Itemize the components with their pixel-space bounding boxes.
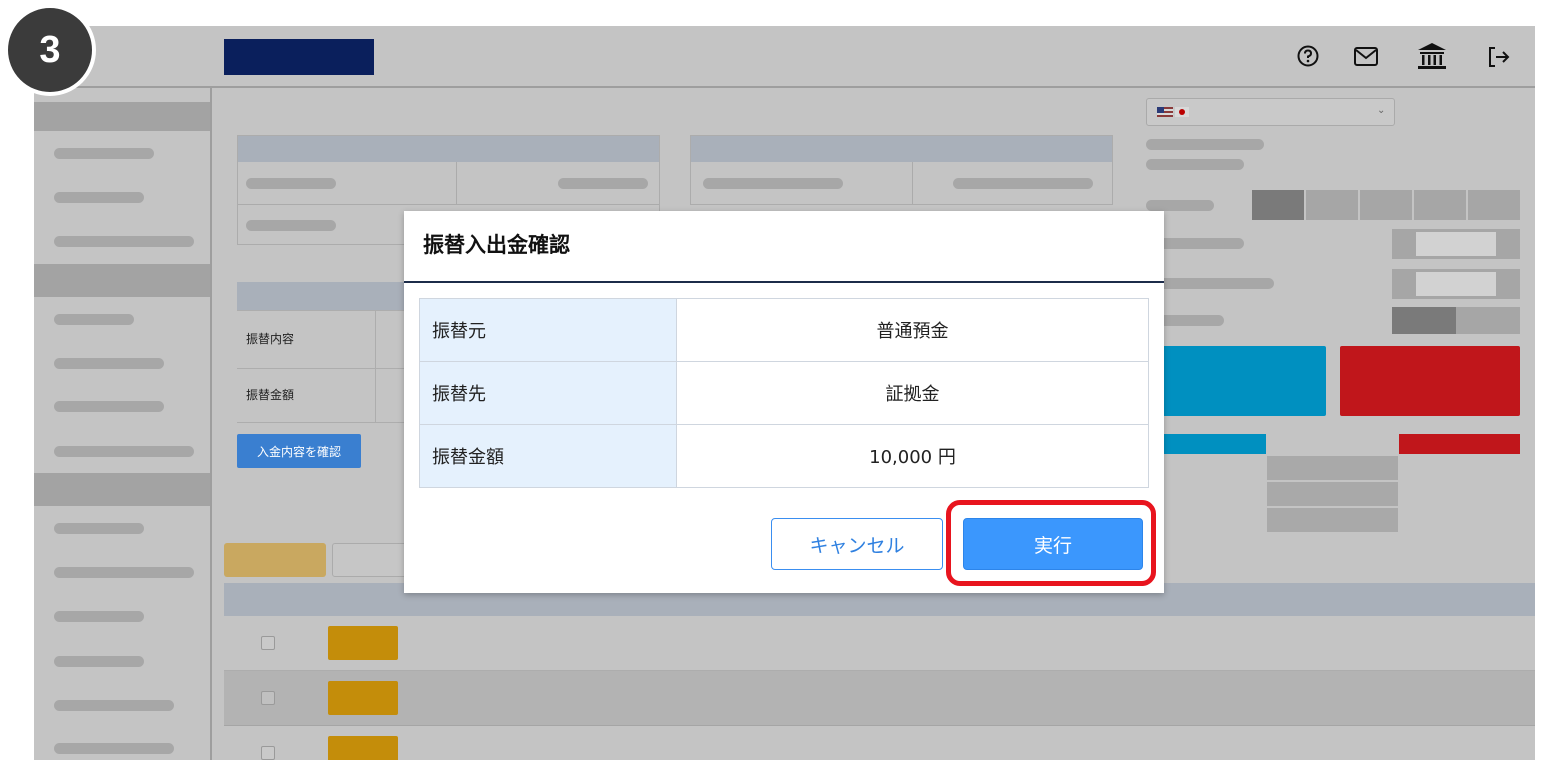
row-value-destination: 証拠金 — [676, 361, 1149, 425]
row-label-amount: 振替金額 — [419, 424, 677, 488]
list-row[interactable] — [224, 671, 1535, 726]
lot-toggle[interactable] — [1252, 190, 1520, 220]
logout-icon[interactable] — [1487, 46, 1511, 68]
sidebar-item[interactable] — [54, 401, 164, 412]
row-badge — [328, 626, 398, 660]
confirm-deposit-button[interactable]: 入金内容を確認 — [237, 434, 361, 468]
sidebar-section-header — [34, 473, 210, 506]
sell-indicator — [1399, 434, 1520, 454]
sidebar-item[interactable] — [54, 314, 134, 325]
sidebar-item[interactable] — [54, 523, 144, 534]
table-row: 振替元 普通預金 — [419, 298, 1149, 362]
row-badge — [328, 736, 398, 760]
step-number-badge: 3 — [4, 4, 96, 96]
spread-box — [1267, 456, 1398, 480]
currency-pair-select[interactable]: ⌄ — [1146, 98, 1395, 126]
account-table-2 — [690, 135, 1113, 205]
buy-indicator — [1146, 434, 1266, 454]
list-row[interactable] — [224, 726, 1535, 760]
table-row: 振替先 証拠金 — [419, 361, 1149, 425]
row-checkbox[interactable] — [261, 691, 275, 705]
highlight-outline — [946, 500, 1156, 586]
spread-box — [1267, 508, 1398, 532]
bank-icon[interactable] — [1417, 42, 1447, 70]
row-label-destination: 振替先 — [419, 361, 677, 425]
price-stepper[interactable] — [1392, 269, 1520, 299]
row-value-amount: 10,000 円 — [676, 424, 1149, 488]
sidebar-item[interactable] — [54, 236, 194, 247]
row-value-source: 普通預金 — [676, 298, 1149, 362]
chevron-down-icon: ⌄ — [1377, 105, 1386, 116]
sidebar-item[interactable] — [54, 148, 154, 159]
list-row[interactable] — [224, 616, 1535, 671]
row-label-source: 振替元 — [419, 298, 677, 362]
form-label-amount: 振替金額 — [246, 388, 295, 402]
sell-button[interactable] — [1340, 346, 1520, 416]
dialog-title: 振替入出金確認 — [423, 233, 570, 257]
sidebar-item[interactable] — [54, 743, 174, 754]
sidebar-item[interactable] — [54, 446, 194, 457]
us-flag-icon — [1157, 107, 1173, 117]
row-checkbox[interactable] — [261, 636, 275, 650]
sidebar-item[interactable] — [54, 656, 144, 667]
spread-box — [1267, 482, 1398, 506]
dialog-divider — [404, 281, 1164, 283]
cancel-button[interactable]: キャンセル — [771, 518, 943, 570]
table-row: 振替金額 10,000 円 — [419, 424, 1149, 488]
filter-tab[interactable] — [332, 543, 412, 577]
sidebar-item[interactable] — [54, 700, 174, 711]
quantity-stepper[interactable] — [1392, 229, 1520, 259]
jp-flag-icon — [1175, 107, 1189, 117]
sidebar-section-header — [34, 264, 210, 297]
row-badge — [328, 681, 398, 715]
form-label-content: 振替内容 — [246, 332, 295, 346]
help-icon[interactable] — [1297, 45, 1319, 67]
filter-tab-active[interactable] — [224, 543, 326, 577]
sidebar — [34, 88, 212, 760]
sidebar-item[interactable] — [54, 192, 144, 203]
sidebar-section-header — [34, 102, 210, 131]
order-type-toggle[interactable] — [1392, 307, 1520, 334]
sidebar-item[interactable] — [54, 611, 144, 622]
top-header — [34, 26, 1535, 88]
sidebar-item[interactable] — [54, 358, 164, 369]
sidebar-item[interactable] — [54, 567, 194, 578]
brand-logo[interactable] — [224, 39, 374, 75]
buy-button[interactable] — [1146, 346, 1326, 416]
confirm-table: 振替元 普通預金 振替先 証拠金 振替金額 10,000 円 — [419, 298, 1149, 488]
mail-icon[interactable] — [1354, 47, 1378, 66]
row-checkbox[interactable] — [261, 746, 275, 760]
